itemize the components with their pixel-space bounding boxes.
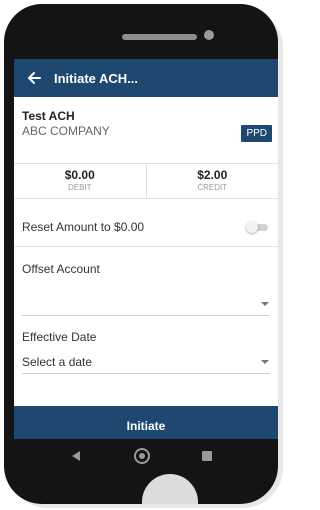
reset-amount-row: Reset Amount to $0.00 xyxy=(14,207,278,247)
speaker-grille xyxy=(122,34,197,40)
credit-amount: $2.00 xyxy=(197,168,228,182)
offset-account-field: Offset Account xyxy=(14,262,278,322)
offset-account-select[interactable] xyxy=(22,292,270,316)
page-title: Initiate ACH... xyxy=(54,70,139,86)
caret-down-icon xyxy=(260,357,270,367)
effective-date-field: Effective Date Select a date xyxy=(14,330,278,385)
effective-date-value: Select a date xyxy=(22,354,93,369)
app-bar: Initiate ACH... xyxy=(14,59,278,97)
toggle-thumb xyxy=(246,220,258,233)
totals-row: $0.00 DEBIT $2.00 CREDIT xyxy=(14,163,278,199)
debit-amount: $0.00 xyxy=(64,168,95,182)
effective-date-select[interactable]: Select a date xyxy=(22,350,270,374)
caret-down-icon xyxy=(260,299,270,309)
triangle-left-icon[interactable] xyxy=(70,450,82,462)
screenshot-stage: Initiate ACH... Test ACH ABC COMPANY PPD… xyxy=(0,0,285,510)
android-nav-bar xyxy=(4,439,278,473)
debit-label: DEBIT xyxy=(67,183,92,192)
physical-home-button[interactable] xyxy=(142,474,198,504)
ach-name: Test ACH xyxy=(22,109,75,123)
credit-label: CREDIT xyxy=(197,183,228,192)
initiate-button[interactable]: Initiate xyxy=(14,406,278,439)
arrow-left-icon[interactable] xyxy=(14,59,54,97)
credit-total: $2.00 CREDIT xyxy=(145,164,279,198)
offset-account-label: Offset Account xyxy=(22,262,100,276)
company-name: ABC COMPANY xyxy=(22,124,110,138)
front-camera xyxy=(204,30,214,40)
circle-icon[interactable] xyxy=(134,448,150,464)
ach-header: Test ACH ABC COMPANY PPD xyxy=(14,109,278,155)
app-screen: Initiate ACH... Test ACH ABC COMPANY PPD… xyxy=(14,59,278,439)
reset-amount-toggle[interactable] xyxy=(246,220,270,233)
square-icon[interactable] xyxy=(202,451,212,461)
effective-date-label: Effective Date xyxy=(22,330,97,344)
sec-code-badge: PPD xyxy=(241,125,272,142)
reset-amount-label: Reset Amount to $0.00 xyxy=(22,219,145,234)
phone-frame: Initiate ACH... Test ACH ABC COMPANY PPD… xyxy=(4,4,278,504)
debit-total: $0.00 DEBIT xyxy=(14,164,146,198)
